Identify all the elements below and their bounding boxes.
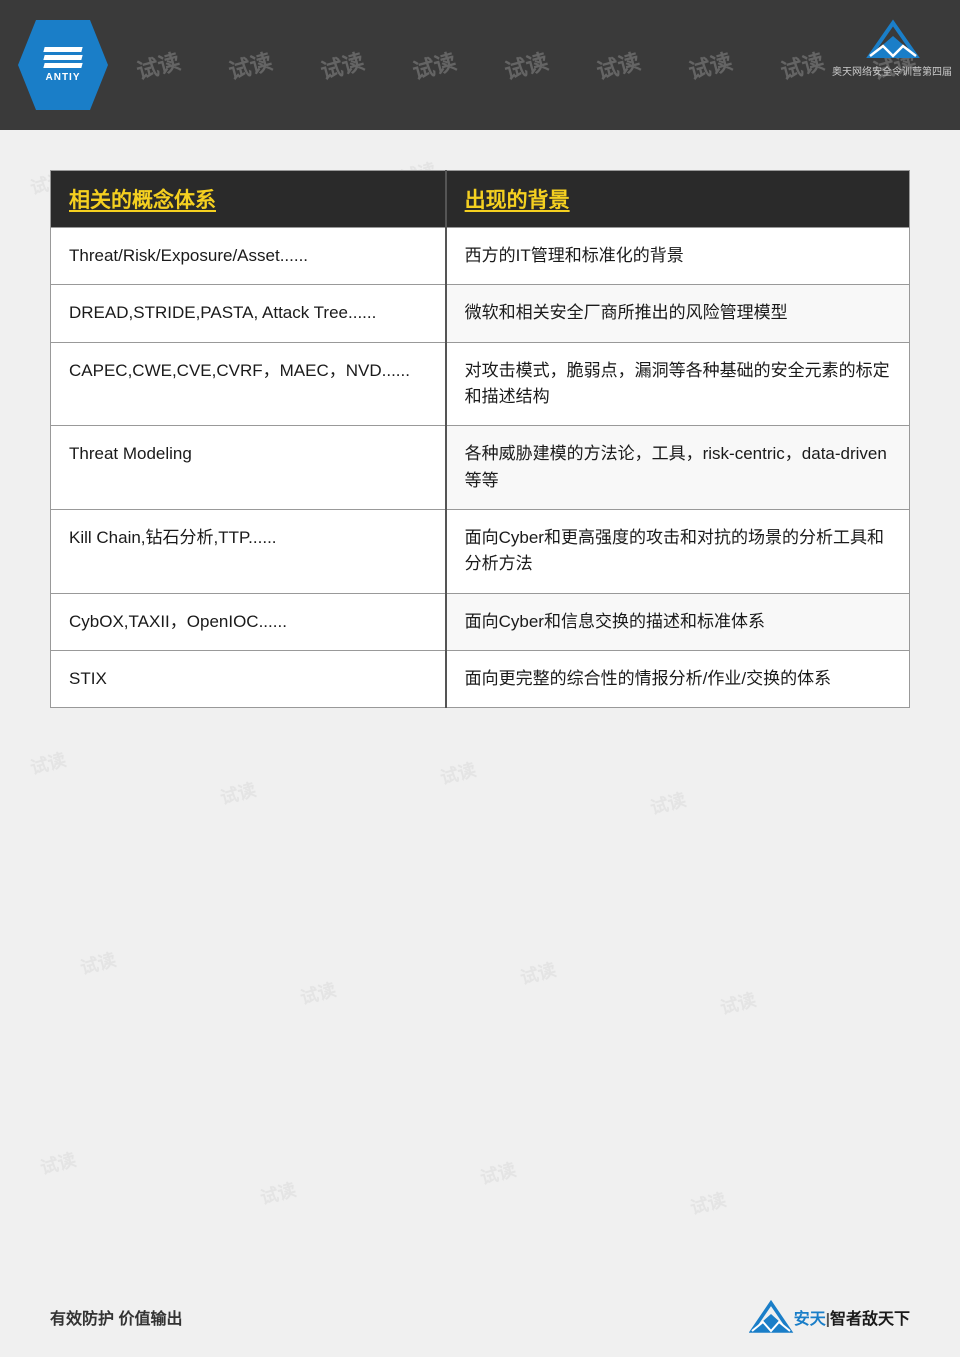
table-row: CAPEC,CWE,CVE,CVRF，MAEC，NVD......对攻击模式，脆… bbox=[51, 342, 910, 426]
body-watermark-15: 试读 bbox=[437, 756, 479, 790]
logo-label: ANTIY bbox=[46, 72, 81, 83]
logo-stripe-3 bbox=[43, 63, 82, 68]
body-watermark-21: 试读 bbox=[37, 1146, 79, 1180]
watermark-5: 试读 bbox=[409, 44, 460, 86]
col-right-header: 出现的背景 bbox=[446, 171, 910, 228]
header: ANTIY 试读 试读 试读 试读 试读 试读 试读 试读 试读 试读 奥天网络… bbox=[0, 0, 960, 130]
table-header-row: 相关的概念体系 出现的背景 bbox=[51, 171, 910, 228]
footer-antiy-icon bbox=[749, 1300, 794, 1335]
footer: 有效防护 价值输出 安天|智者敌天下 bbox=[0, 1277, 960, 1357]
body-watermark-18: 试读 bbox=[297, 976, 339, 1010]
footer-brand: 安天|智者敌天下 bbox=[749, 1300, 910, 1335]
body-watermark-19: 试读 bbox=[517, 956, 559, 990]
body-watermark-24: 试读 bbox=[687, 1186, 729, 1220]
table-cell-left-6: STIX bbox=[51, 651, 446, 708]
body-watermark-14: 试读 bbox=[217, 776, 259, 810]
table-cell-right-1: 微软和相关安全厂商所推出的风险管理模型 bbox=[446, 285, 910, 342]
table-cell-left-4: Kill Chain,钻石分析,TTP...... bbox=[51, 510, 446, 594]
body-watermark-22: 试读 bbox=[257, 1176, 299, 1210]
header-right-logo: 奥天网络安全令训营第四届 bbox=[842, 10, 942, 85]
watermark-8: 试读 bbox=[685, 44, 736, 86]
watermark-4: 试读 bbox=[317, 44, 368, 86]
logo-stripes bbox=[44, 47, 82, 68]
watermark-6: 试读 bbox=[501, 44, 552, 86]
header-watermarks: 试读 试读 试读 试读 试读 试读 试读 试读 试读 试读 bbox=[0, 0, 960, 130]
body-watermark-20: 试读 bbox=[717, 986, 759, 1020]
table-cell-right-4: 面向Cyber和更高强度的攻击和对抗的场景的分析工具和分析方法 bbox=[446, 510, 910, 594]
footer-slogan: 有效防护 价值输出 bbox=[50, 1305, 182, 1329]
body-watermark-16: 试读 bbox=[647, 786, 689, 820]
table-cell-left-3: Threat Modeling bbox=[51, 426, 446, 510]
antiy-logo: ANTIY bbox=[18, 20, 108, 110]
table-cell-right-2: 对攻击模式，脆弱点，漏洞等各种基础的安全元素的标定和描述结构 bbox=[446, 342, 910, 426]
col-left-header: 相关的概念体系 bbox=[51, 171, 446, 228]
table-cell-right-0: 西方的IT管理和标准化的背景 bbox=[446, 228, 910, 285]
table-cell-left-1: DREAD,STRIDE,PASTA, Attack Tree...... bbox=[51, 285, 446, 342]
watermark-3: 试读 bbox=[225, 44, 276, 86]
table-cell-left-5: CybOX,TAXII，OpenIOC...... bbox=[51, 593, 446, 650]
table-row: Threat/Risk/Exposure/Asset......西方的IT管理和… bbox=[51, 228, 910, 285]
table-row: DREAD,STRIDE,PASTA, Attack Tree......微软和… bbox=[51, 285, 910, 342]
table-cell-right-5: 面向Cyber和信息交换的描述和标准体系 bbox=[446, 593, 910, 650]
table-row: CybOX,TAXII，OpenIOC......面向Cyber和信息交换的描述… bbox=[51, 593, 910, 650]
concept-table: 相关的概念体系 出现的背景 Threat/Risk/Exposure/Asset… bbox=[50, 170, 910, 708]
logo-stripe-1 bbox=[43, 47, 82, 52]
footer-brand-text: 安天|智者敌天下 bbox=[794, 1305, 910, 1329]
logo-stripe-2 bbox=[43, 55, 82, 60]
body-watermark-23: 试读 bbox=[477, 1156, 519, 1190]
watermark-9: 试读 bbox=[777, 44, 828, 86]
table-row: Kill Chain,钻石分析,TTP......面向Cyber和更高强度的攻击… bbox=[51, 510, 910, 594]
table-cell-right-6: 面向更完整的综合性的情报分析/作业/交换的体系 bbox=[446, 651, 910, 708]
table-row: STIX面向更完整的综合性的情报分析/作业/交换的体系 bbox=[51, 651, 910, 708]
table-cell-left-0: Threat/Risk/Exposure/Asset...... bbox=[51, 228, 446, 285]
table-cell-left-2: CAPEC,CWE,CVE,CVRF，MAEC，NVD...... bbox=[51, 342, 446, 426]
watermark-7: 试读 bbox=[593, 44, 644, 86]
main-content: 相关的概念体系 出现的背景 Threat/Risk/Exposure/Asset… bbox=[0, 130, 960, 758]
table-row: Threat Modeling各种威胁建模的方法论，工具，risk-centri… bbox=[51, 426, 910, 510]
antiy-bird-icon bbox=[865, 18, 920, 60]
header-right-text: 奥天网络安全令训营第四届 bbox=[832, 63, 952, 78]
table-cell-right-3: 各种威胁建模的方法论，工具，risk-centric，data-driven等等 bbox=[446, 426, 910, 510]
watermark-2: 试读 bbox=[133, 44, 184, 86]
body-watermark-17: 试读 bbox=[77, 946, 119, 980]
